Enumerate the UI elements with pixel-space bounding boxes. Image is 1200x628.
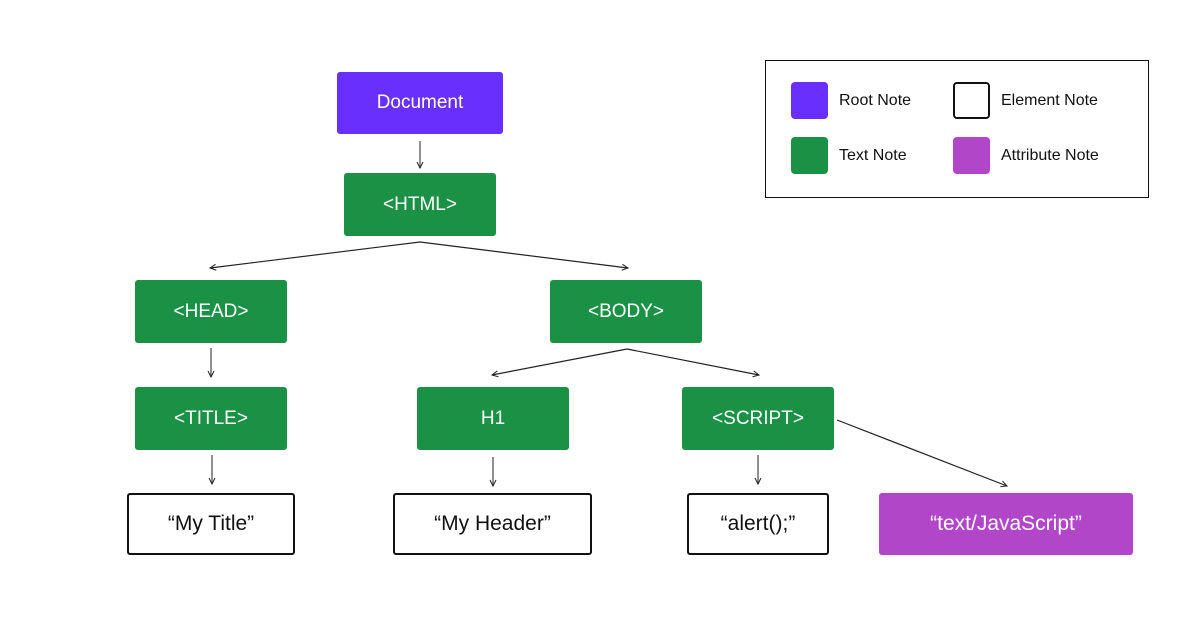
legend-label: Attribute Note (1001, 146, 1099, 164)
legend-label: Root Note (839, 91, 912, 109)
node-html: <HTML> (344, 173, 496, 236)
node-h1: H1 (417, 387, 569, 450)
root-swatch-icon (791, 82, 828, 119)
edge-body-script (626, 348, 759, 375)
edge-body-h1 (492, 348, 628, 375)
node-document: Document (337, 72, 503, 134)
legend-label: Text Note (839, 146, 907, 164)
legend-item-root: Root Note (791, 82, 911, 119)
legend: Root Note Element Note Text Note Attribu… (765, 60, 1149, 198)
legend-item-text: Text Note (791, 137, 907, 174)
legend-item-attribute: Attribute Note (953, 137, 1099, 174)
edge-html-body (419, 241, 628, 268)
edge-html-head (210, 241, 421, 268)
node-title: <TITLE> (135, 387, 287, 450)
edge-script-attr (836, 419, 1007, 486)
node-alert: “alert();” (687, 493, 829, 555)
legend-item-element: Element Note (953, 82, 1098, 119)
text-swatch-icon (791, 137, 828, 174)
legend-label: Element Note (1001, 91, 1098, 109)
element-swatch-icon (953, 82, 990, 119)
node-body: <BODY> (550, 280, 702, 343)
attribute-swatch-icon (953, 137, 990, 174)
node-head: <HEAD> (135, 280, 287, 343)
node-script: <SCRIPT> (682, 387, 834, 450)
node-js-attribute: “text/JavaScript” (879, 493, 1133, 555)
node-my-title: “My Title” (127, 493, 295, 555)
node-my-header: “My Header” (393, 493, 592, 555)
